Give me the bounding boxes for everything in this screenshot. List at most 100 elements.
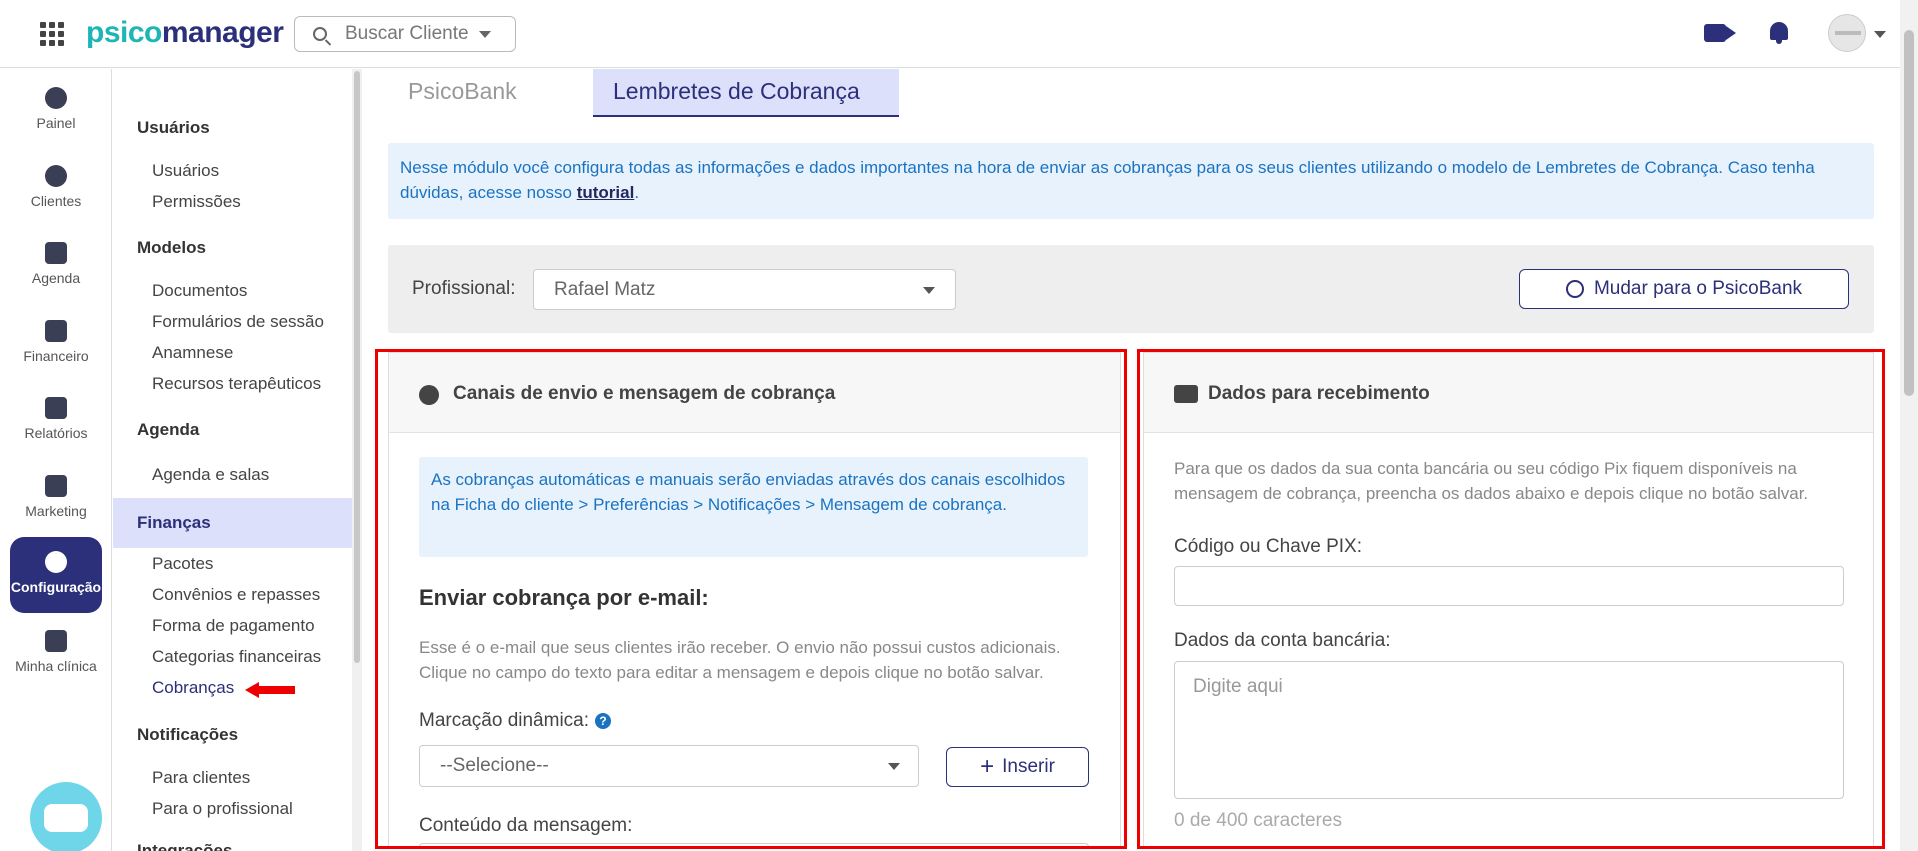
money-icon xyxy=(45,320,67,342)
insert-button-label: Inserir xyxy=(1002,756,1055,777)
channels-note: As cobranças automáticas e manuais serão… xyxy=(419,457,1088,557)
dynamic-tag-label: Marcação dinâmica: xyxy=(419,710,590,731)
info-banner: Nesse módulo você configura todas as inf… xyxy=(388,143,1874,219)
chevron-down-icon xyxy=(478,30,491,38)
panel-header: Canais de envio e mensagem de cobrança xyxy=(389,353,1120,433)
professional-label: Profissional: xyxy=(412,278,516,299)
avatar[interactable] xyxy=(1828,14,1866,52)
menu-heading-financas: Finanças xyxy=(113,498,353,548)
panel-title: Dados para recebimento xyxy=(1208,383,1430,404)
top-bar: psicomanager Buscar Cliente xyxy=(0,0,1900,68)
menu-item-documentos[interactable]: Documentos xyxy=(152,281,247,301)
money-card-icon xyxy=(1174,385,1198,403)
menu-heading-notificacoes: Notificações xyxy=(137,725,239,744)
nav-label: Clientes xyxy=(30,193,82,209)
menu-item-agenda-salas[interactable]: Agenda e salas xyxy=(152,465,269,485)
nav-label: Relatórios xyxy=(24,425,88,441)
dynamic-tag-select[interactable]: --Selecione-- xyxy=(419,745,919,787)
bank-data-placeholder: Digite aqui xyxy=(1193,676,1283,697)
message-content-label: Conteúdo da mensagem: xyxy=(419,815,633,836)
menu-item-formularios[interactable]: Formulários de sessão xyxy=(152,312,324,332)
menu-item-permissoes[interactable]: Permissões xyxy=(152,192,241,212)
building-icon xyxy=(45,630,67,652)
video-camera-icon[interactable] xyxy=(1704,24,1726,42)
nav-agenda[interactable]: Agenda xyxy=(10,232,102,302)
menu-item-recursos[interactable]: Recursos terapêuticos xyxy=(152,374,321,394)
help-icon[interactable]: ? xyxy=(595,712,612,729)
apps-grid-icon[interactable] xyxy=(40,22,64,46)
search-placeholder: Buscar Cliente xyxy=(345,23,469,44)
bank-data-textarea[interactable]: Digite aqui xyxy=(1174,661,1844,799)
panel-header: Dados para recebimento xyxy=(1144,353,1873,433)
nav-label: Minha clínica xyxy=(15,658,97,674)
professional-select[interactable]: Rafael Matz xyxy=(533,269,956,310)
dollar-chat-icon xyxy=(419,385,439,405)
megaphone-icon xyxy=(45,475,67,497)
receiving-data-panel: Dados para recebimento Para que os dados… xyxy=(1143,352,1874,849)
chevron-down-icon[interactable] xyxy=(1874,31,1886,38)
pix-label: Código ou Chave PIX: xyxy=(1174,536,1363,557)
logo-manager: manager xyxy=(161,16,284,49)
search-client-dropdown[interactable]: Buscar Cliente xyxy=(294,16,516,52)
nav-label: Marketing xyxy=(25,503,87,519)
scrollbar-thumb[interactable] xyxy=(354,71,360,663)
menu-item-anamnese[interactable]: Anamnese xyxy=(152,343,233,363)
page-scrollbar[interactable] xyxy=(1900,0,1918,851)
receiving-description: Para que os dados da sua conta bancária … xyxy=(1174,459,1809,503)
character-counter: 0 de 400 caracteres xyxy=(1174,810,1342,831)
scrollbar-thumb[interactable] xyxy=(1904,30,1914,396)
channels-panel: Canais de envio e mensagem de cobrança A… xyxy=(388,352,1121,849)
menu-item-para-profissional[interactable]: Para o profissional xyxy=(152,799,293,819)
nav-marketing[interactable]: Marketing xyxy=(10,465,102,535)
dynamic-tag-value: --Selecione-- xyxy=(440,755,549,776)
nav-minha-clinica[interactable]: Minha clínica xyxy=(10,620,102,690)
users-icon xyxy=(45,165,67,187)
chevron-down-icon xyxy=(923,287,935,294)
nav-configuracao[interactable]: Configuração xyxy=(10,537,102,613)
bell-icon[interactable] xyxy=(1768,20,1790,44)
tab-lembretes-cobranca[interactable]: Lembretes de Cobrança xyxy=(593,69,899,117)
chat-support-icon[interactable] xyxy=(30,782,102,851)
nav-financeiro[interactable]: Financeiro xyxy=(10,310,102,380)
calendar-icon xyxy=(45,242,67,264)
menu-item-forma-pagamento[interactable]: Forma de pagamento xyxy=(152,616,315,636)
menu-scrollbar[interactable] xyxy=(352,69,362,851)
menu-item-para-clientes[interactable]: Para clientes xyxy=(152,768,250,788)
pix-input[interactable] xyxy=(1174,566,1844,606)
nav-label: Financeiro xyxy=(23,348,89,364)
nav-relatorios[interactable]: Relatórios xyxy=(10,387,102,457)
menu-heading-modelos: Modelos xyxy=(137,238,206,257)
menu-heading-integracoes: Integrações xyxy=(137,841,233,851)
message-content-editor[interactable] xyxy=(419,843,1089,848)
switch-button-label: Mudar para o PsicoBank xyxy=(1593,278,1803,299)
icon-sidebar: Painel Clientes Agenda Financeiro Relató… xyxy=(0,69,112,851)
menu-item-pacotes[interactable]: Pacotes xyxy=(152,554,213,574)
plus-icon: + xyxy=(980,753,995,780)
coin-icon xyxy=(1565,280,1584,298)
nav-clientes[interactable]: Clientes xyxy=(10,155,102,225)
dashboard-icon xyxy=(45,87,67,109)
tab-psicobank[interactable]: PsicoBank xyxy=(388,69,606,117)
menu-item-categorias[interactable]: Categorias financeiras xyxy=(152,647,321,667)
menu-item-cobrancas[interactable]: Cobranças xyxy=(152,678,234,698)
logo[interactable]: psicomanager xyxy=(86,16,284,50)
nav-label: Configuração xyxy=(10,579,102,595)
email-section-title: Enviar cobrança por e-mail: xyxy=(419,585,709,610)
menu-item-convenios[interactable]: Convênios e repasses xyxy=(152,585,320,605)
nav-label: Painel xyxy=(36,115,76,131)
dynamic-tag-label-row: Marcação dinâmica:? xyxy=(419,710,612,732)
logo-psico: psico xyxy=(86,16,162,49)
email-description: Esse é o e-mail que seus clientes irão r… xyxy=(419,638,1061,682)
professional-value: Rafael Matz xyxy=(554,279,656,300)
panel-title: Canais de envio e mensagem de cobrança xyxy=(453,383,836,404)
tutorial-link[interactable]: tutorial xyxy=(577,183,635,202)
menu-item-usuarios[interactable]: Usuários xyxy=(152,161,219,181)
insert-button[interactable]: + Inserir xyxy=(946,747,1089,787)
settings-menu: Usuários Usuários Permissões Modelos Doc… xyxy=(113,69,353,851)
chevron-down-icon xyxy=(888,763,900,770)
switch-to-psicobank-button[interactable]: Mudar para o PsicoBank xyxy=(1519,269,1849,309)
menu-heading-agenda: Agenda xyxy=(137,420,200,439)
search-icon xyxy=(313,27,327,41)
bank-data-label: Dados da conta bancária: xyxy=(1174,630,1391,651)
nav-painel[interactable]: Painel xyxy=(10,77,102,147)
